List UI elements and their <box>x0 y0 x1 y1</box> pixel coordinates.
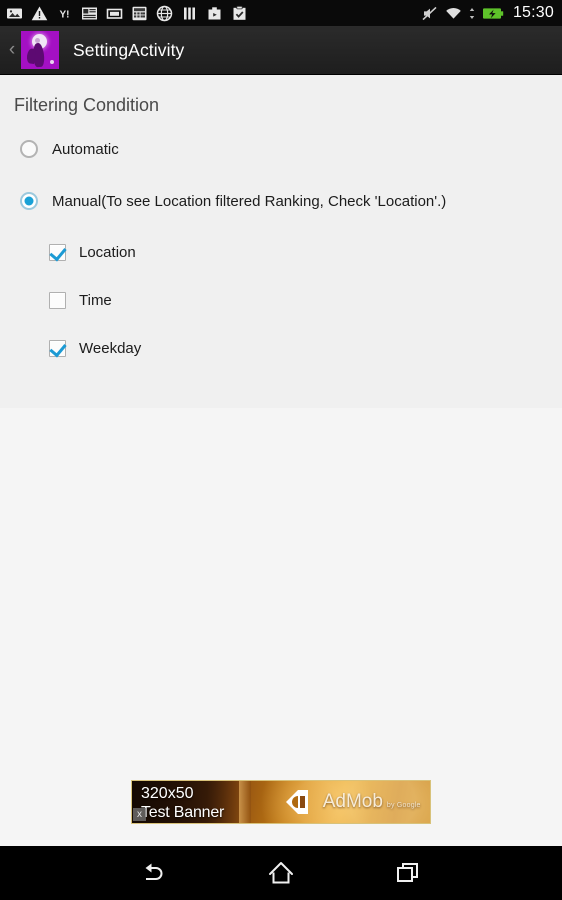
radio-automatic[interactable] <box>20 140 38 158</box>
globe-icon <box>156 5 173 22</box>
radio-label-manual: Manual(To see Location filtered Ranking,… <box>52 192 447 210</box>
svg-text:Y!: Y! <box>60 9 70 20</box>
status-notification-icons: Y! <box>6 5 248 22</box>
app-launcher-icon[interactable] <box>21 31 59 69</box>
status-system-icons: 15:30 <box>421 4 554 22</box>
radio-row-automatic[interactable]: Automatic <box>0 138 562 160</box>
checkbox-row-location[interactable]: Location <box>0 242 562 262</box>
android-screen: Y! 15:30 ‹ SettingActivity Filtering Con… <box>0 0 562 900</box>
checkbox-label-time: Time <box>79 291 112 309</box>
briefcase-icon <box>206 5 223 22</box>
card-icon <box>106 5 123 22</box>
checkbox-label-location: Location <box>79 243 136 261</box>
system-navigation-bar <box>0 846 562 900</box>
yahoo-icon: Y! <box>56 5 73 22</box>
ad-line-2: Test Banner <box>141 804 225 821</box>
home-button[interactable] <box>261 856 301 890</box>
battery-charging-icon <box>482 5 504 22</box>
banner-stripe <box>239 781 252 823</box>
admob-logo-icon <box>284 788 314 816</box>
calculator-icon <box>131 5 148 22</box>
page-title: SettingActivity <box>73 39 185 60</box>
checkbox-row-weekday[interactable]: Weekday <box>0 338 562 358</box>
warning-triangle-icon <box>31 5 48 22</box>
radio-manual[interactable] <box>20 192 38 210</box>
image-icon <box>6 5 23 22</box>
ad-text: 320x50 Test Banner <box>141 784 224 822</box>
admob-banner[interactable]: 320x50 Test Banner x AdMob by Google <box>131 780 431 824</box>
admob-brand: AdMob <box>322 791 383 812</box>
checkbox-time[interactable] <box>49 291 66 309</box>
recent-apps-icon <box>397 863 419 882</box>
recents-button[interactable] <box>388 856 428 890</box>
checkbox-row-time[interactable]: Time <box>0 290 562 310</box>
news-list-icon <box>81 5 98 22</box>
action-bar: ‹ SettingActivity <box>0 26 562 75</box>
section-title: Filtering Condition <box>14 95 160 115</box>
status-clock: 15:30 <box>512 4 554 21</box>
back-button[interactable] <box>134 856 174 890</box>
ad-close-button[interactable]: x <box>133 808 146 821</box>
radio-label-automatic: Automatic <box>52 140 119 158</box>
admob-wordmark: AdMob by Google <box>323 791 421 813</box>
signal-updown-icon <box>469 5 475 22</box>
mute-icon <box>421 5 438 22</box>
ad-container: 320x50 Test Banner x AdMob by Google <box>0 780 562 824</box>
wifi-icon <box>445 5 462 22</box>
home-icon <box>268 862 293 884</box>
content-area: Filtering Condition Automatic Manual(To … <box>0 75 562 846</box>
columns-icon <box>181 5 198 22</box>
accent-dot <box>50 60 54 64</box>
checkbox-location[interactable] <box>49 243 66 261</box>
radio-row-manual[interactable]: Manual(To see Location filtered Ranking,… <box>0 190 562 212</box>
checkbox-label-weekday: Weekday <box>79 339 142 357</box>
clipboard-check-icon <box>231 5 248 22</box>
back-chevron-icon[interactable]: ‹ <box>4 40 20 61</box>
back-arrow-icon <box>145 863 163 880</box>
settings-panel: Filtering Condition Automatic Manual(To … <box>0 75 562 408</box>
ad-line-1: 320x50 <box>141 785 194 802</box>
status-bar: Y! 15:30 <box>0 0 562 26</box>
admob-by-google: by Google <box>386 802 421 809</box>
checkbox-weekday[interactable] <box>49 339 66 357</box>
